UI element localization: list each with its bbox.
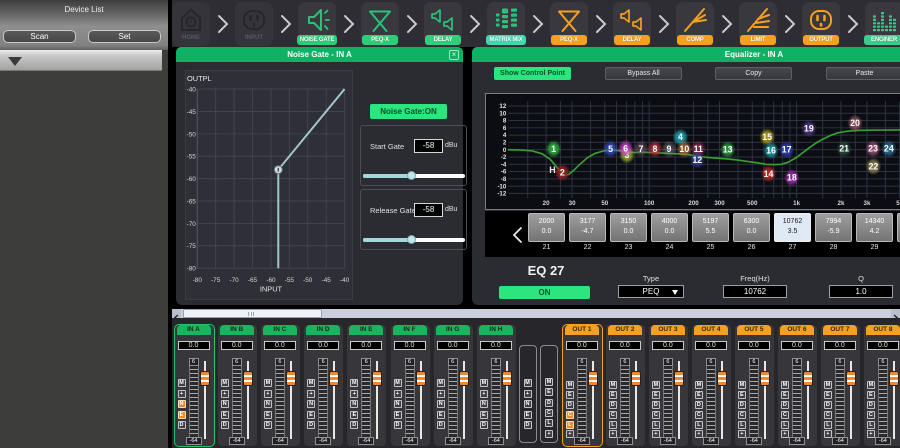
svg-text:0: 0	[502, 146, 506, 153]
svg-text:6: 6	[502, 125, 506, 132]
svg-text:-60: -60	[266, 277, 276, 284]
svg-text:21: 21	[839, 143, 849, 153]
svg-text:10: 10	[499, 110, 506, 117]
svg-text:-10: -10	[497, 183, 507, 190]
svg-text:500: 500	[747, 200, 758, 207]
svg-text:15: 15	[762, 132, 772, 142]
svg-text:-65: -65	[187, 198, 197, 205]
svg-text:19: 19	[803, 123, 813, 133]
svg-text:22: 22	[868, 161, 878, 171]
svg-text:2: 2	[502, 139, 506, 146]
svg-text:INPUT: INPUT	[260, 285, 283, 294]
svg-text:-70: -70	[187, 221, 197, 228]
svg-text:4: 4	[502, 132, 506, 139]
svg-text:-75: -75	[211, 277, 221, 284]
svg-text:9: 9	[666, 144, 671, 154]
svg-text:OUTPL: OUTPL	[187, 74, 212, 83]
svg-text:100: 100	[643, 200, 654, 207]
svg-text:-45: -45	[187, 109, 197, 116]
svg-text:-6: -6	[500, 168, 506, 175]
svg-text:8: 8	[652, 143, 657, 153]
svg-text:20: 20	[542, 200, 549, 207]
svg-text:-70: -70	[229, 277, 239, 284]
svg-text:2: 2	[559, 167, 564, 177]
svg-text:-80: -80	[187, 266, 197, 273]
svg-text:50: 50	[601, 200, 608, 207]
svg-text:10: 10	[679, 144, 689, 154]
svg-text:17: 17	[781, 144, 791, 154]
svg-text:24: 24	[883, 143, 893, 153]
svg-text:5: 5	[608, 143, 613, 153]
svg-text:7: 7	[638, 143, 643, 153]
svg-text:-55: -55	[285, 277, 295, 284]
svg-text:-80: -80	[193, 277, 203, 284]
svg-text:-2: -2	[500, 154, 506, 161]
svg-text:6: 6	[623, 143, 628, 153]
svg-text:1k: 1k	[793, 200, 800, 207]
svg-text:-45: -45	[322, 277, 332, 284]
svg-text:30: 30	[568, 200, 575, 207]
svg-text:14: 14	[763, 168, 773, 178]
svg-text:-50: -50	[303, 277, 313, 284]
svg-text:-60: -60	[187, 176, 197, 183]
svg-text:-65: -65	[248, 277, 258, 284]
svg-text:3k: 3k	[863, 200, 870, 207]
svg-text:2k: 2k	[837, 200, 844, 207]
svg-text:5k: 5k	[896, 200, 900, 207]
svg-text:18: 18	[786, 172, 796, 182]
svg-text:12: 12	[499, 103, 506, 110]
svg-text:200: 200	[688, 200, 699, 207]
svg-text:-4: -4	[500, 161, 506, 168]
svg-text:1: 1	[551, 144, 556, 154]
svg-text:16: 16	[766, 145, 776, 155]
svg-text:20: 20	[850, 118, 860, 128]
svg-text:-75: -75	[187, 243, 197, 250]
svg-text:-8: -8	[500, 176, 506, 183]
svg-text:-55: -55	[187, 154, 197, 161]
svg-text:12: 12	[692, 155, 702, 165]
svg-text:-40: -40	[340, 277, 350, 284]
svg-text:8: 8	[502, 117, 506, 124]
svg-text:300: 300	[714, 200, 725, 207]
svg-text:13: 13	[722, 144, 732, 154]
svg-text:-12: -12	[497, 190, 507, 197]
svg-text:-40: -40	[187, 87, 197, 94]
svg-text:23: 23	[868, 143, 878, 153]
svg-text:-50: -50	[187, 131, 197, 138]
